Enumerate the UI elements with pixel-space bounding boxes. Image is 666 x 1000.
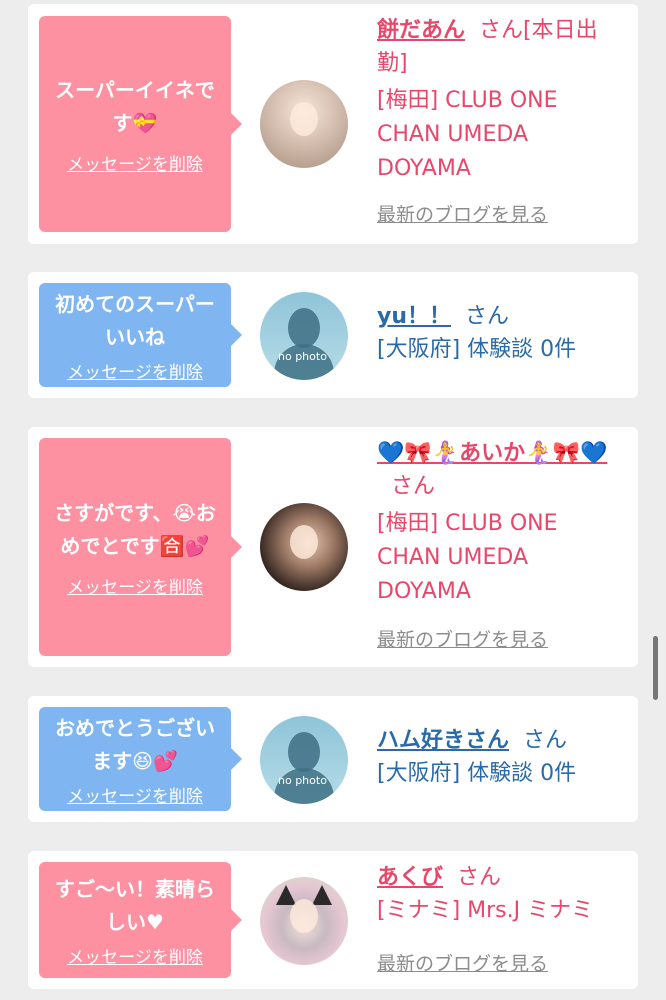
message-bubble: さすがです、😭おめでとです🈴💕 メッセージを削除 — [39, 438, 242, 656]
scrollbar[interactable] — [653, 636, 658, 700]
sender-info: 💙🎀🧜‍♀️あいか🧜‍♀️🎀💙 さん [梅田] CLUB ONE CHAN UME… — [377, 437, 627, 609]
avatar[interactable] — [260, 80, 348, 168]
message-card: さすがです、😭おめでとです🈴💕 メッセージを削除 💙🎀🧜‍♀️あいか🧜‍♀️🎀💙… — [28, 427, 638, 667]
sender-name-line: yu！！ さん — [377, 300, 627, 333]
delete-message-link[interactable]: メッセージを削除 — [67, 358, 203, 383]
delete-message-link[interactable]: メッセージを削除 — [67, 943, 203, 968]
sender-name-line: 💙🎀🧜‍♀️あいか🧜‍♀️🎀💙 さん — [377, 437, 627, 503]
sender-name-line: 餅だあん さん[本日出勤] — [377, 14, 627, 80]
message-text: おめでとうございます😆💕 — [55, 715, 215, 773]
sender-name-link[interactable]: ハム好きさん — [377, 728, 509, 753]
no-photo-label: no photo — [278, 774, 327, 787]
sender-name-link[interactable]: yu！！ — [377, 304, 451, 329]
sender-suffix: さん — [391, 474, 436, 499]
message-text: 初めてのスーパーいいね — [55, 291, 215, 349]
latest-blog-link[interactable]: 最新のブログを見る — [377, 625, 548, 652]
silhouette-head — [288, 308, 320, 348]
sender-info: ハム好きさん さん [大阪府] 体験談 0件 — [377, 724, 627, 791]
sender-suffix: さん — [457, 865, 502, 890]
shop-name: [大阪府] 体験談 0件 — [377, 761, 577, 786]
delete-message-link[interactable]: メッセージを削除 — [67, 782, 203, 807]
no-photo-label: no photo — [278, 350, 327, 363]
message-card: スーパーイイネです💝 メッセージを削除 餅だあん さん[本日出勤] [梅田] CL… — [28, 4, 638, 244]
shop-name: [ミナミ] Mrs.J ミナミ — [377, 898, 594, 923]
sender-name-link[interactable]: 餅だあん — [377, 18, 465, 43]
message-bubble: 初めてのスーパーいいね メッセージを削除 — [39, 283, 242, 387]
sender-suffix: さん — [523, 728, 568, 753]
sender-name-line: あくび さん — [377, 861, 627, 894]
delete-message-link[interactable]: メッセージを削除 — [67, 573, 203, 598]
message-bubble: スーパーイイネです💝 メッセージを削除 — [39, 16, 242, 232]
avatar-no-photo[interactable]: no photo — [260, 716, 348, 804]
sender-name-link[interactable]: あくび — [377, 865, 443, 890]
avatar[interactable] — [260, 503, 348, 591]
message-text: さすがです、😭おめでとです🈴💕 — [54, 500, 216, 558]
message-card: すご〜い！素晴らしい♥ メッセージを削除 あくび さん [ミナミ] Mrs.J ミ… — [28, 851, 638, 989]
message-text: すご〜い！素晴らしい♥ — [55, 876, 215, 934]
shop-name: [梅田] CLUB ONE CHAN UMEDA DOYAMA — [377, 511, 558, 604]
sender-info: 餅だあん さん[本日出勤] [梅田] CLUB ONE CHAN UMEDA DO… — [377, 14, 627, 186]
shop-name: [大阪府] 体験談 0件 — [377, 337, 577, 362]
sender-name-link[interactable]: 💙🎀🧜‍♀️あいか🧜‍♀️🎀💙 — [377, 441, 607, 466]
silhouette-head — [288, 732, 320, 772]
avatar-face — [290, 525, 318, 559]
avatar-no-photo[interactable]: no photo — [260, 292, 348, 380]
message-card: おめでとうございます😆💕 メッセージを削除 no photo ハム好きさん さん … — [28, 696, 638, 822]
avatar[interactable] — [260, 877, 348, 965]
latest-blog-link[interactable]: 最新のブログを見る — [377, 200, 548, 227]
shop-name: [梅田] CLUB ONE CHAN UMEDA DOYAMA — [377, 88, 558, 181]
message-bubble: おめでとうございます😆💕 メッセージを削除 — [39, 707, 242, 811]
sender-info: yu！！ さん [大阪府] 体験談 0件 — [377, 300, 627, 367]
sender-info: あくび さん [ミナミ] Mrs.J ミナミ — [377, 861, 627, 928]
delete-message-link[interactable]: メッセージを削除 — [67, 150, 203, 175]
sender-suffix: さん — [465, 304, 510, 329]
message-card: 初めてのスーパーいいね メッセージを削除 no photo yu！！ さん [大阪… — [28, 272, 638, 398]
avatar-face — [290, 102, 318, 136]
latest-blog-link[interactable]: 最新のブログを見る — [377, 949, 548, 976]
message-bubble: すご〜い！素晴らしい♥ メッセージを削除 — [39, 862, 242, 978]
message-text: スーパーイイネです💝 — [55, 77, 215, 135]
sender-name-line: ハム好きさん さん — [377, 724, 627, 757]
avatar-face — [290, 899, 318, 933]
